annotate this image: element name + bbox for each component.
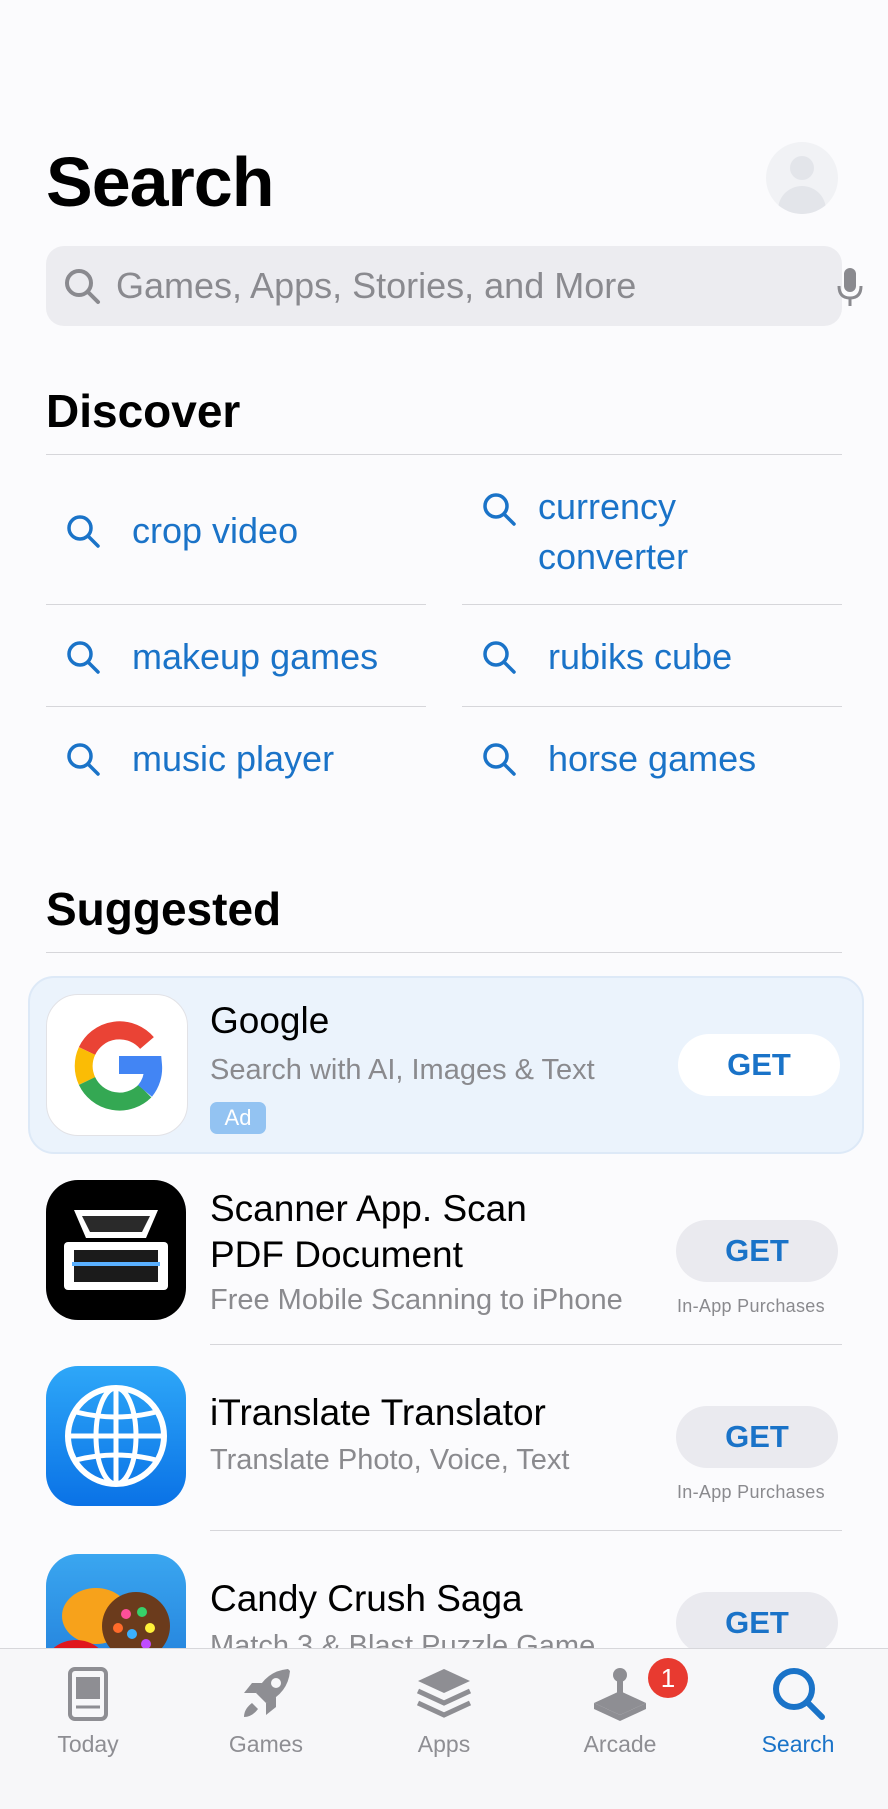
account-avatar-icon[interactable]: [766, 142, 838, 214]
discover-label: makeup games: [132, 636, 379, 677]
search-icon: [483, 493, 516, 526]
tab-apps[interactable]: Apps: [374, 1649, 514, 1809]
divider: [210, 1530, 842, 1531]
tab-bar: Today Games Apps Arcade Search: [0, 1648, 888, 1809]
app-name[interactable]: Scanner App. Scan PDF Document: [210, 1186, 527, 1278]
tab-label: Games: [228, 1731, 304, 1757]
stack-icon: [416, 1669, 472, 1718]
tab-label: Today: [57, 1731, 119, 1757]
divider: [46, 604, 426, 605]
discover-label: rubiks cube: [548, 636, 733, 677]
divider: [46, 952, 842, 953]
app-name[interactable]: iTranslate Translator: [210, 1392, 546, 1434]
app-name[interactable]: Google: [210, 1000, 329, 1042]
tab-today[interactable]: Today: [18, 1649, 158, 1809]
discover-label: horse games: [548, 738, 757, 779]
discover-item-rubiks-cube[interactable]: rubiks cube: [480, 636, 732, 678]
get-button[interactable]: GET: [676, 1592, 838, 1654]
joystick-icon: [594, 1668, 646, 1721]
get-button[interactable]: GET: [678, 1034, 840, 1096]
divider: [462, 706, 842, 707]
divider: [46, 454, 842, 455]
divider: [46, 706, 426, 707]
app-subtitle: Free Mobile Scanning to iPhone: [210, 1284, 623, 1316]
app-subtitle: Search with AI, Images & Text: [210, 1054, 595, 1086]
discover-title: Discover: [46, 385, 241, 437]
in-app-purchases-note: In-App Purchases: [677, 1482, 825, 1502]
search-icon: [773, 1668, 825, 1720]
app-subtitle: Translate Photo, Voice, Text: [210, 1444, 570, 1476]
tab-label: Search: [761, 1731, 835, 1757]
divider: [210, 1344, 842, 1345]
rocket-icon: [244, 1669, 290, 1717]
google-g-icon[interactable]: [46, 994, 188, 1136]
get-button[interactable]: GET: [676, 1406, 838, 1468]
search-icon: [67, 641, 100, 674]
search-icon: [483, 743, 516, 776]
microphone-icon[interactable]: [836, 266, 864, 308]
tab-games[interactable]: Games: [196, 1649, 336, 1809]
in-app-purchases-note: In-App Purchases: [677, 1296, 825, 1316]
discover-item-makeup-games[interactable]: makeup games: [64, 636, 378, 678]
ad-badge: Ad: [210, 1102, 266, 1134]
divider: [462, 604, 842, 605]
search-input[interactable]: Games, Apps, Stories, and More: [46, 246, 863, 326]
today-icon: [68, 1667, 108, 1721]
search-placeholder: Games, Apps, Stories, and More: [116, 265, 637, 306]
discover-label: music player: [132, 738, 335, 779]
search-icon: [67, 515, 100, 548]
search-icon: [65, 269, 100, 304]
search-icon: [483, 641, 516, 674]
suggested-title: Suggested: [46, 883, 282, 935]
get-button[interactable]: GET: [676, 1220, 838, 1282]
app-name[interactable]: Candy Crush Saga: [210, 1578, 523, 1620]
discover-item-horse-games[interactable]: horse games: [480, 738, 756, 780]
search-icon: [67, 743, 100, 776]
discover-item-crop-video[interactable]: crop video: [64, 510, 298, 552]
globe-icon[interactable]: [46, 1366, 186, 1506]
page-title: Search: [46, 143, 274, 221]
tab-search[interactable]: Search: [728, 1649, 868, 1809]
discover-label: crop video: [132, 510, 299, 551]
discover-label: currency converter: [538, 486, 689, 577]
arcade-notification-badge: 1: [648, 1658, 688, 1698]
scanner-icon[interactable]: [46, 1180, 186, 1320]
tab-label: Arcade: [583, 1731, 657, 1757]
tab-label: Apps: [417, 1731, 471, 1757]
discover-item-music-player[interactable]: music player: [64, 738, 334, 780]
